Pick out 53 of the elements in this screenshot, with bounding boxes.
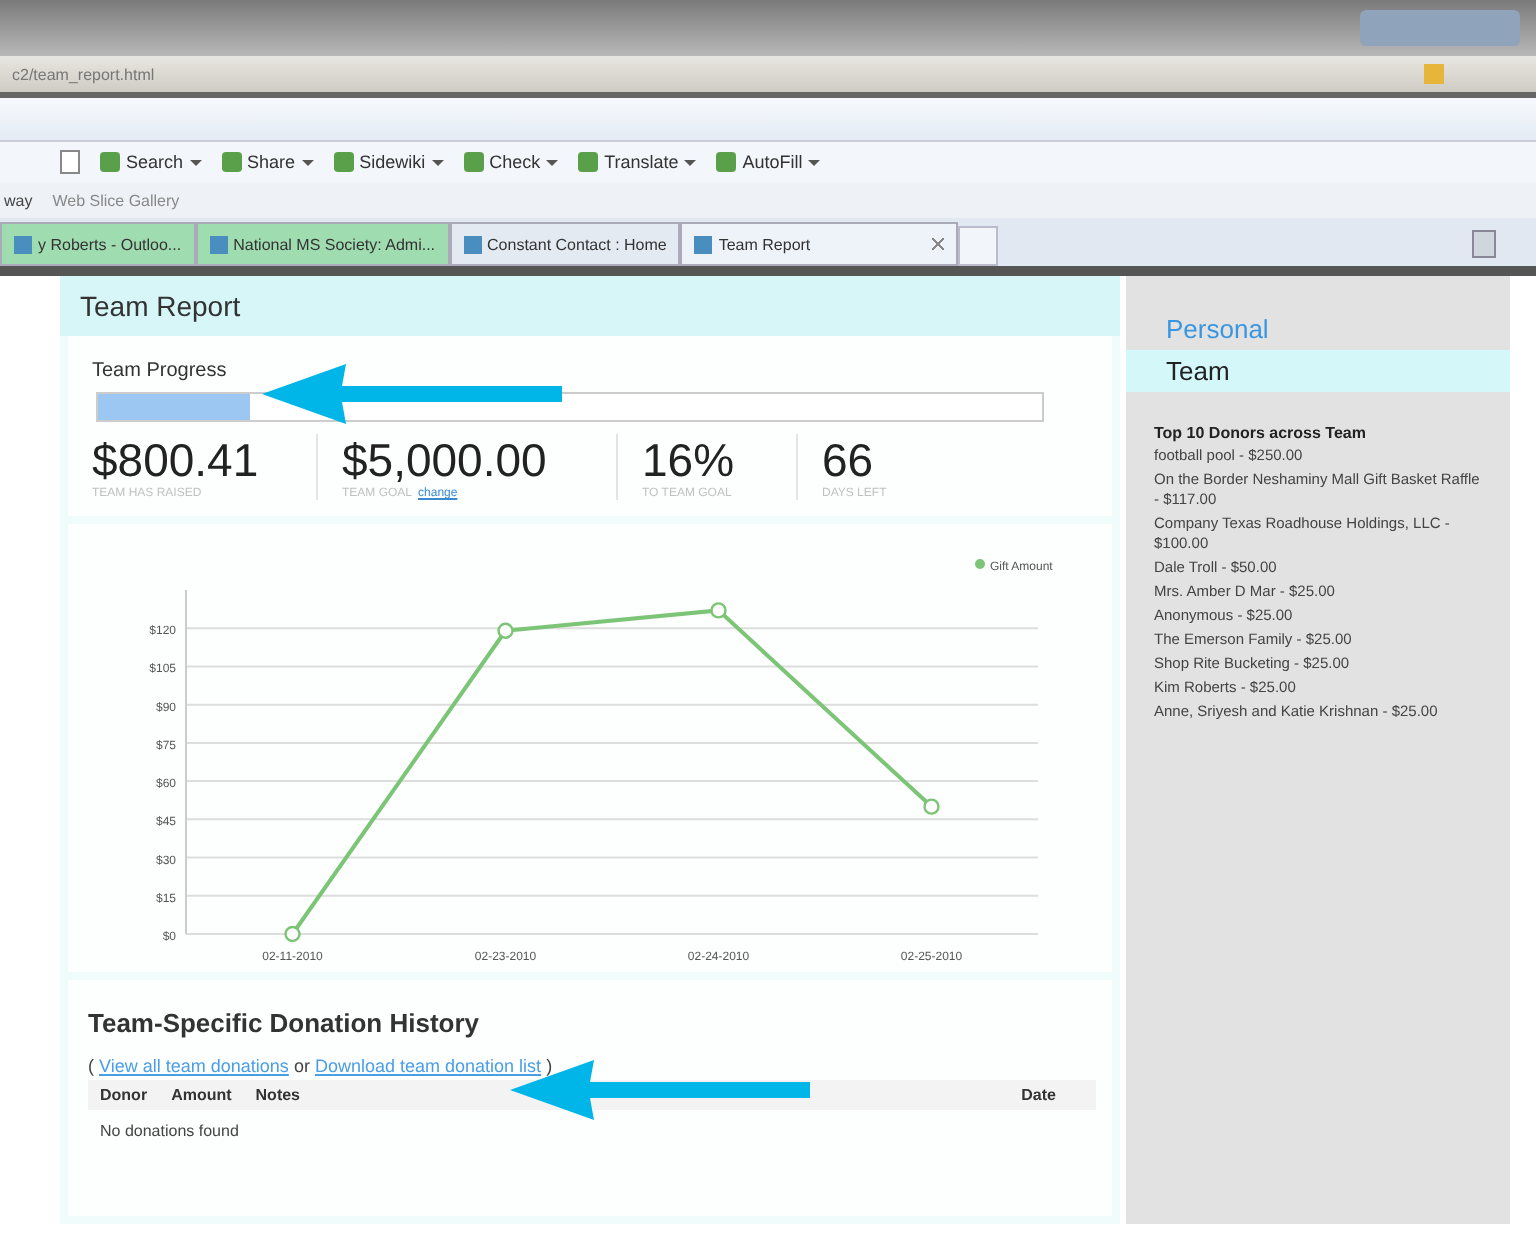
- arrow-icon: [510, 1060, 810, 1120]
- tool-icon: [333, 152, 354, 172]
- toolbar-button[interactable]: Check: [463, 152, 559, 172]
- section-title: Team-Specific Donation History: [88, 1008, 482, 1038]
- tool-icon: [578, 152, 599, 172]
- caret-icon: [301, 159, 314, 165]
- toolbar-button[interactable]: Share: [221, 152, 314, 172]
- page-icon: [694, 235, 713, 253]
- tool-icon: [221, 152, 242, 172]
- page-icon: [14, 235, 32, 253]
- close-icon[interactable]: [932, 238, 945, 250]
- data-point: [284, 925, 301, 943]
- column-header: Donor: [100, 1086, 148, 1104]
- toolbar-button[interactable]: Sidewiki: [333, 152, 444, 172]
- links-text: ( View all team donations or Download team donation list ): [88, 1056, 555, 1076]
- page-icon: [209, 235, 228, 253]
- sidebar-item[interactable]: Team: [1126, 350, 1510, 392]
- toolbar-button[interactable]: AutoFill: [716, 152, 821, 172]
- favorites-link[interactable]: way: [4, 191, 33, 209]
- tool-icon: [463, 152, 484, 172]
- lock-icon: [1424, 64, 1444, 84]
- toolbar-button[interactable]: Translate: [578, 152, 697, 172]
- data-point: [710, 602, 727, 619]
- arrow-icon: [262, 364, 562, 424]
- page-icon: [463, 235, 482, 253]
- tool-icon: [100, 152, 120, 172]
- column-header: Notes: [255, 1086, 301, 1104]
- column-header: Date: [1021, 1086, 1058, 1104]
- section-title: Team Progress: [92, 360, 229, 382]
- caret-icon: [189, 159, 202, 165]
- caret-icon: [684, 159, 697, 165]
- browser-tab[interactable]: National MS Society: Admi...: [195, 222, 450, 266]
- stat-value: $5,000.00: [342, 434, 549, 487]
- toolbar-button[interactable]: Search: [100, 152, 202, 172]
- page-icon[interactable]: [1472, 230, 1496, 258]
- new-tab-button[interactable]: [958, 226, 999, 266]
- data-point: [923, 798, 940, 815]
- caret-icon: [546, 159, 559, 165]
- stat-value: 66: [822, 434, 876, 487]
- caret-icon: [431, 159, 444, 165]
- caret-icon: [808, 159, 821, 165]
- browser-tab[interactable]: y Roberts - Outloo...: [0, 222, 196, 266]
- page-title: Team Report: [80, 290, 241, 322]
- stat-value: $800.41: [92, 434, 261, 487]
- tool-icon: [716, 152, 737, 172]
- empty-message: No donations found: [98, 1120, 241, 1144]
- browser-tab[interactable]: Constant Contact : Home: [449, 222, 681, 266]
- column-header: Amount: [171, 1086, 232, 1104]
- stat-value: 16%: [642, 434, 737, 487]
- donors-title: Top 10 Donors across Team: [1152, 422, 1368, 446]
- browser-tab[interactable]: Team Report: [680, 222, 959, 266]
- dropdown-icon[interactable]: [60, 150, 80, 174]
- data-point: [497, 622, 514, 639]
